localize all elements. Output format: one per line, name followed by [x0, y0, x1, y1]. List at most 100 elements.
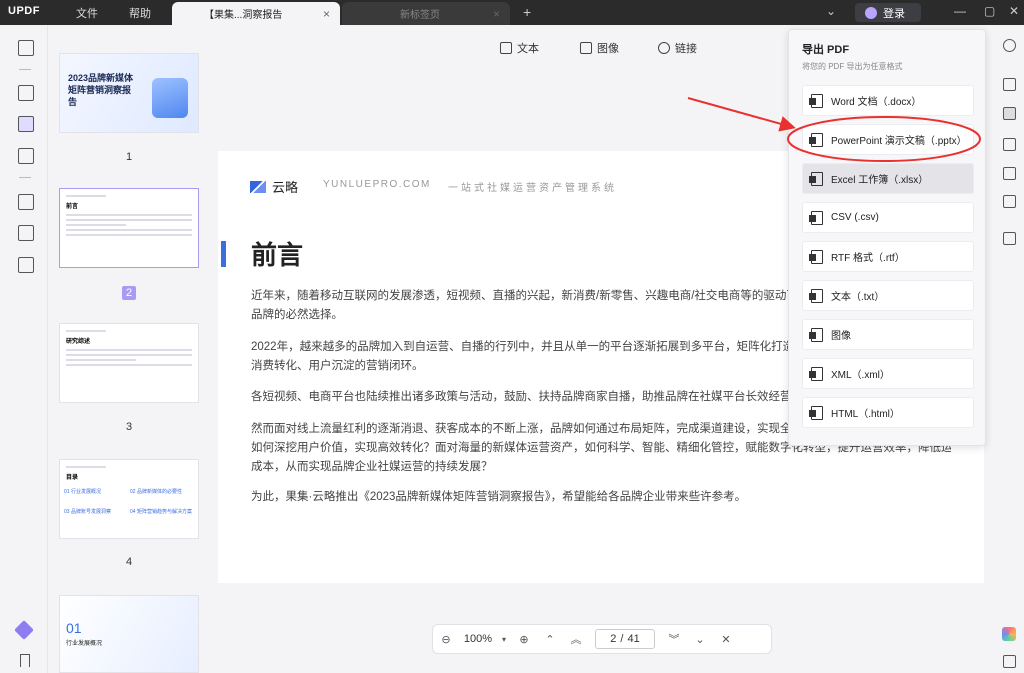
- chevron-down-icon[interactable]: ⌄: [826, 4, 836, 18]
- export-powerpoint-button[interactable]: PowerPoint 演示文稿（.pptx）: [802, 124, 974, 155]
- thumbnail-page-5[interactable]: 01 行业发展概况: [59, 595, 199, 673]
- thumbnail-page-4[interactable]: 目录 01 行业发展概况 02 品牌新媒体的必要性 03 品牌账号发展洞察 04…: [59, 459, 199, 539]
- tab-label: 【果集...洞察报告: [204, 10, 283, 21]
- app-logo: UPDF: [8, 5, 40, 17]
- paragraph-line: 各短视频、电商平台也陆续推出诸多政策与活动，鼓励、扶持品牌商家自播，助推品牌在社…: [251, 391, 791, 403]
- zoom-out-icon[interactable]: ⊖: [433, 633, 459, 646]
- current-page: 2: [610, 633, 617, 645]
- ocr-icon[interactable]: [1003, 78, 1016, 91]
- tool-text[interactable]: 文本: [500, 40, 539, 56]
- brand-domain: YUNLUEPRO.COM: [323, 179, 431, 190]
- close-icon[interactable]: ×: [493, 7, 500, 21]
- page-number: 1: [125, 151, 133, 163]
- save-icon[interactable]: [1003, 232, 1016, 245]
- search-icon[interactable]: [1003, 39, 1016, 52]
- xml-file-icon: [809, 366, 823, 381]
- export-icon[interactable]: [1003, 107, 1016, 120]
- tab-label: 新标签页: [400, 10, 440, 21]
- thumbnail-title: 01: [66, 620, 82, 636]
- minimize-icon[interactable]: —: [954, 4, 966, 18]
- tool-label: 图像: [597, 43, 619, 55]
- maximize-icon[interactable]: ▢: [984, 4, 995, 18]
- thumbnail-panel: 2023品牌新媒体矩阵营销洞察报告 1 前言 2 研究综述 3 目录 01 行业…: [48, 25, 218, 673]
- page-number-input[interactable]: 2 / 41: [595, 629, 655, 649]
- export-csv-button[interactable]: CSV (.csv): [802, 202, 974, 233]
- thumbnail-page-1[interactable]: 2023品牌新媒体矩阵营销洞察报告: [59, 53, 199, 133]
- export-image-button[interactable]: 图像: [802, 319, 974, 350]
- login-button[interactable]: 登录: [855, 3, 921, 22]
- total-pages: 41: [627, 633, 640, 645]
- thumbnail-subtitle: 行业发展概况: [66, 641, 103, 647]
- export-pdf-panel: 导出 PDF 将您的 PDF 导出为任意格式 Word 文档（.docx） Po…: [788, 29, 986, 446]
- add-tab-icon[interactable]: +: [523, 4, 531, 20]
- export-excel-button[interactable]: Excel 工作簿（.xlsx）: [802, 163, 974, 194]
- feedback-icon[interactable]: [1003, 655, 1016, 668]
- paragraph-line: 为此，果集·云略推出《2023品牌新媒体矩阵营销洞察报告》，希望能给各品牌企业带…: [251, 491, 747, 503]
- close-icon[interactable]: ×: [323, 7, 330, 21]
- tool-image[interactable]: 图像: [580, 40, 619, 56]
- share-icon[interactable]: [1003, 167, 1016, 180]
- close-window-icon[interactable]: ✕: [1009, 4, 1019, 18]
- thumbnail-page-3[interactable]: 研究综述: [59, 323, 199, 403]
- export-rtf-button[interactable]: RTF 格式（.rtf）: [802, 241, 974, 272]
- edit-pdf-icon[interactable]: [18, 116, 34, 132]
- tool-link[interactable]: 链接: [658, 40, 697, 56]
- zoom-in-icon[interactable]: ⊕: [511, 633, 537, 646]
- menu-file[interactable]: 文件: [76, 5, 98, 21]
- pages-icon[interactable]: [18, 257, 34, 273]
- toc-item: 04 矩阵营销趋势与解决方案: [130, 509, 192, 515]
- paragraph-line: 品牌的必然选择。: [251, 309, 343, 321]
- export-word-button[interactable]: Word 文档（.docx）: [802, 85, 974, 116]
- bookmark-icon[interactable]: [20, 654, 30, 667]
- close-nav-icon[interactable]: ✕: [713, 633, 739, 646]
- option-label: 文本（.txt）: [831, 292, 885, 303]
- export-text-button[interactable]: 文本（.txt）: [802, 280, 974, 311]
- page-separator: /: [620, 633, 624, 645]
- export-title: 导出 PDF: [802, 44, 850, 56]
- export-xml-button[interactable]: XML（.xml）: [802, 358, 974, 389]
- crop-icon[interactable]: [18, 225, 34, 241]
- html-file-icon: [809, 405, 823, 420]
- avatar: [865, 6, 877, 19]
- convert-icon[interactable]: [18, 194, 34, 210]
- brand-slogan: 一站式社媒运营资产管理系统: [448, 183, 617, 194]
- ai-assistant-icon[interactable]: [1002, 627, 1016, 641]
- login-label: 登录: [883, 7, 905, 20]
- rtf-file-icon: [809, 249, 823, 264]
- tab-new[interactable]: 新标签页 ×: [342, 2, 510, 25]
- thumbnail-page-2[interactable]: 前言: [59, 188, 199, 268]
- zoom-dropdown-icon[interactable]: ▾: [497, 635, 511, 644]
- menu-help[interactable]: 帮助: [129, 5, 151, 21]
- email-icon[interactable]: [1003, 195, 1016, 208]
- organize-icon[interactable]: [18, 148, 34, 164]
- illustration: [152, 78, 188, 118]
- page-navigation-bar: ⊖ 100% ▾ ⊕ ⌃ ︽ 2 / 41 ︾ ⌄ ✕: [432, 624, 772, 654]
- tab-report[interactable]: 【果集...洞察报告 ×: [172, 2, 340, 25]
- next-page-icon[interactable]: ︾: [661, 631, 687, 647]
- toc-item: 03 品牌账号发展洞察: [64, 509, 111, 515]
- brand-logo-icon: [250, 180, 266, 193]
- divider: [19, 69, 31, 70]
- option-label: CSV (.csv): [831, 212, 879, 223]
- layers-icon[interactable]: [14, 620, 34, 640]
- thumbnail-title: 目录: [66, 475, 79, 481]
- page-number: 2: [59, 286, 199, 300]
- comment-icon[interactable]: [18, 85, 34, 101]
- paragraph-line: 然而面对线上流量红利的逐渐消退、获客成本的不断上涨，品牌如何通过布局矩阵，完成渠…: [251, 423, 791, 435]
- zoom-level[interactable]: 100%: [459, 633, 497, 645]
- protect-icon[interactable]: [1003, 138, 1016, 151]
- last-page-icon[interactable]: ⌄: [687, 633, 713, 646]
- reader-icon[interactable]: [18, 40, 34, 56]
- excel-file-icon: [809, 171, 823, 186]
- updf-window: UPDF 文件 帮助 ▾ 【果集...洞察报告 × 新标签页 × + ⌄ 登录 …: [0, 0, 1024, 673]
- first-page-icon[interactable]: ⌃: [537, 633, 563, 646]
- prev-page-icon[interactable]: ︽: [563, 631, 589, 647]
- right-toolbar: [994, 25, 1024, 673]
- tool-label: 文本: [517, 43, 539, 55]
- export-html-button[interactable]: HTML（.html）: [802, 397, 974, 428]
- image-icon: [580, 42, 592, 54]
- page-number: 3: [125, 421, 133, 433]
- divider: [19, 177, 31, 178]
- text-file-icon: [809, 288, 823, 303]
- word-file-icon: [809, 93, 823, 108]
